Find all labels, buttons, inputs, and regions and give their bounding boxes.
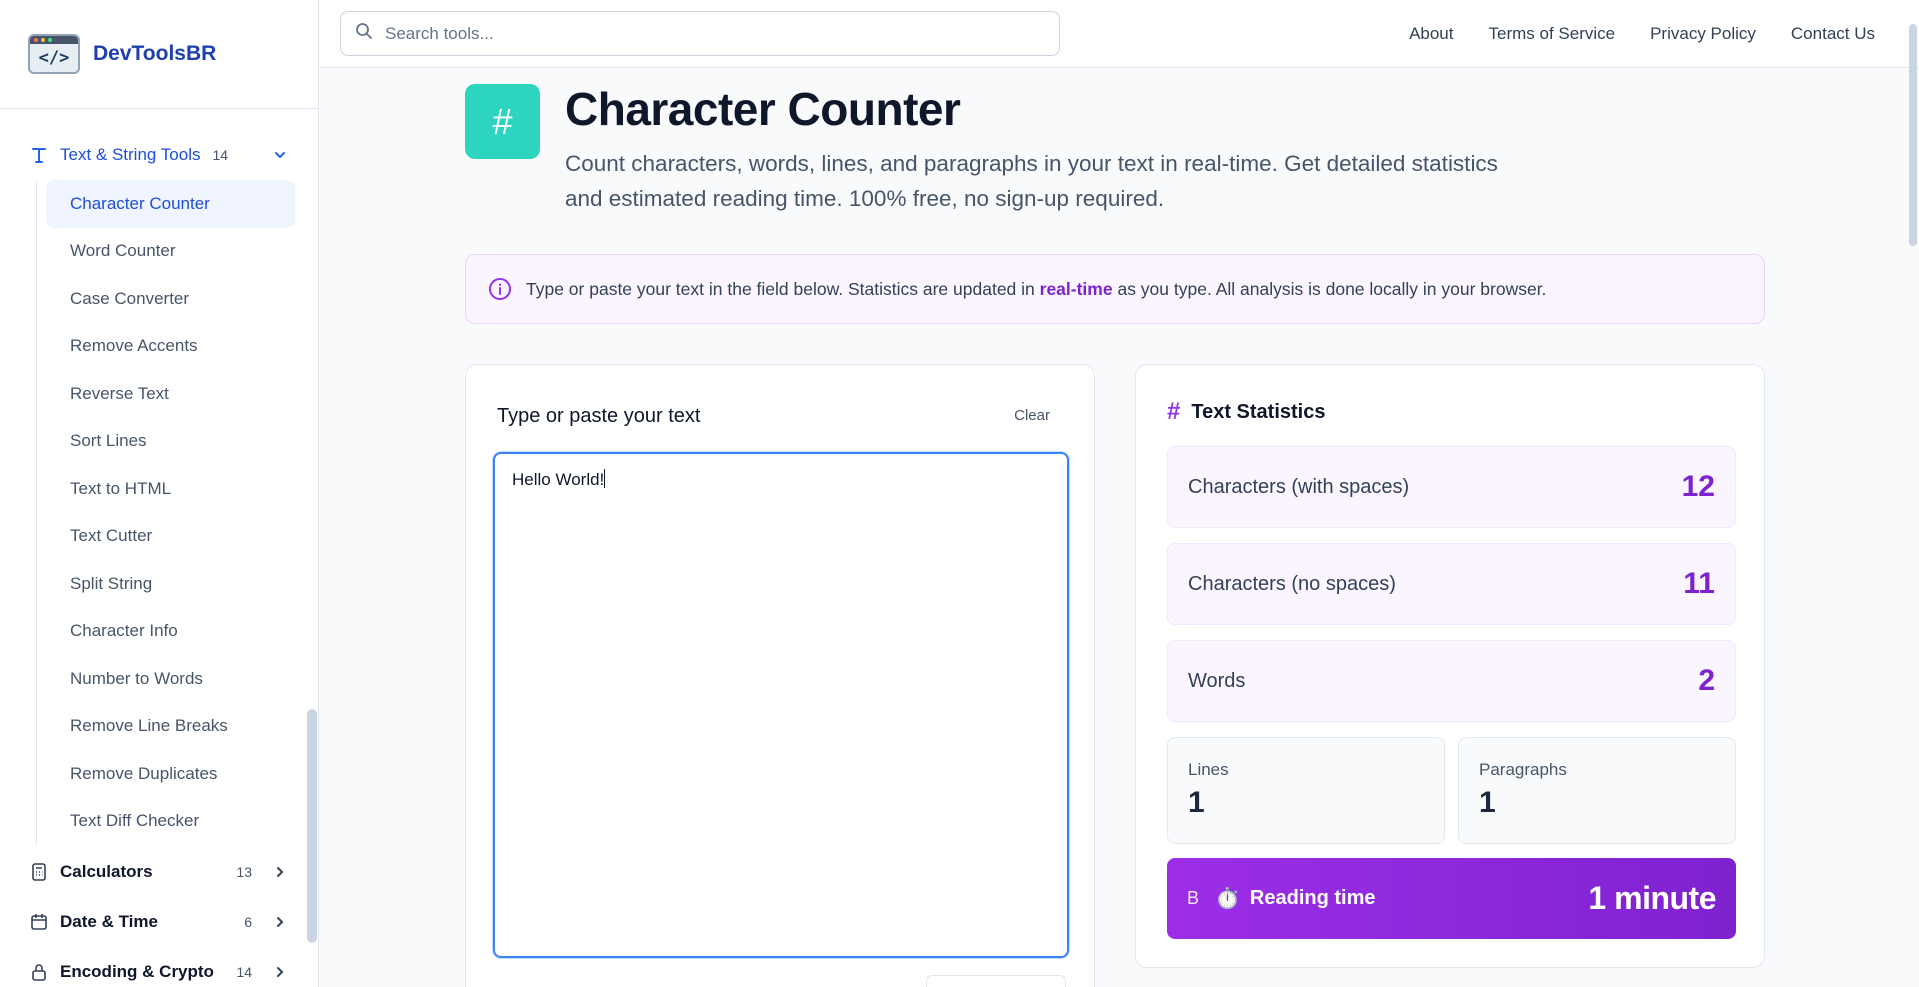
chevron-down-icon[interactable] <box>270 145 290 165</box>
chevron-right-icon[interactable] <box>270 962 290 982</box>
nav-link-about[interactable]: About <box>1409 24 1453 44</box>
category-count: 13 <box>236 864 252 880</box>
brand[interactable]: </> DevToolsBR <box>0 0 318 109</box>
stat-chars-no-spaces: Characters (no spaces) 11 <box>1167 543 1736 625</box>
calendar-icon <box>28 911 50 933</box>
hash-icon: # <box>1167 398 1181 425</box>
hash-icon: # <box>465 84 540 159</box>
nav-link-contact-us[interactable]: Contact Us <box>1791 24 1875 44</box>
top-nav: About Terms of Service Privacy Policy Co… <box>1409 0 1875 68</box>
stat-chars-with-spaces: Characters (with spaces) 12 <box>1167 446 1736 528</box>
category-label: Text & String Tools <box>60 145 201 164</box>
stat-value: 12 <box>1681 470 1715 503</box>
page-scrollbar[interactable] <box>1909 24 1917 246</box>
info-icon <box>488 277 512 301</box>
category-date-time[interactable]: Date & Time 6 <box>28 902 290 942</box>
stats-card: # Text Statistics Characters (with space… <box>1135 364 1765 968</box>
sidebar-item-word-counter[interactable]: Word Counter <box>46 228 295 276</box>
stat-words: Words 2 <box>1167 640 1736 722</box>
reading-prefix: B <box>1187 888 1200 908</box>
sidebar-item-remove-accents[interactable]: Remove Accents <box>46 323 295 371</box>
sidebar-item-remove-duplicates[interactable]: Remove Duplicates <box>46 750 295 798</box>
sidebar-scrollbar[interactable] <box>307 709 317 943</box>
clear-button[interactable]: Clear <box>1014 407 1050 424</box>
category-label: Encoding & Crypto <box>60 962 214 981</box>
page-title: Character Counter <box>565 83 961 135</box>
category-calculators[interactable]: Calculators 13 <box>28 852 290 892</box>
toolbar-button[interactable] <box>926 975 1066 987</box>
topbar: About Terms of Service Privacy Policy Co… <box>320 0 1919 68</box>
category-label: Date & Time <box>60 912 158 931</box>
chevron-right-icon[interactable] <box>270 862 290 882</box>
stat-value: 1 <box>1188 786 1205 819</box>
sidebar-item-case-converter[interactable]: Case Converter <box>46 275 295 323</box>
lock-icon <box>28 961 50 983</box>
reading-time-value: 1 minute <box>1588 880 1716 916</box>
stat-lines: Lines 1 <box>1167 737 1445 844</box>
category-count: 14 <box>236 964 252 980</box>
reading-time-label: Reading time <box>1249 887 1376 909</box>
category-label: Calculators <box>60 862 153 881</box>
sub-item-list: Character Counter Word Counter Case Conv… <box>36 180 296 845</box>
stat-value: 11 <box>1683 567 1715 600</box>
sidebar-item-text-cutter[interactable]: Text Cutter <box>46 513 295 561</box>
logo-icon: </> <box>28 34 80 74</box>
search-input[interactable] <box>385 23 1025 44</box>
input-label: Type or paste your text <box>497 405 701 427</box>
search-icon <box>355 22 373 45</box>
category-text-string-tools[interactable]: Text & String Tools 14 <box>28 135 290 175</box>
category-encoding-crypto[interactable]: Encoding & Crypto 14 <box>28 952 290 987</box>
sidebar-item-number-to-words[interactable]: Number to Words <box>46 655 295 703</box>
stats-header: # Text Statistics <box>1167 398 1325 426</box>
sidebar-item-character-info[interactable]: Character Info <box>46 608 295 656</box>
sidebar: </> DevToolsBR RENAVAM Validator Text & … <box>0 0 319 987</box>
text-input[interactable]: Hello World! <box>493 452 1069 958</box>
sidebar-item-character-counter[interactable]: Character Counter <box>46 180 295 228</box>
input-card: Type or paste your text Clear Hello Worl… <box>465 364 1095 987</box>
stat-paragraphs: Paragraphs 1 <box>1458 737 1736 844</box>
text-icon <box>28 144 50 166</box>
sidebar-item-text-to-html[interactable]: Text to HTML <box>46 465 295 513</box>
info-banner: Type or paste your text in the field bel… <box>465 254 1765 324</box>
stats-title: Text Statistics <box>1191 400 1326 423</box>
sidebar-item-remove-line-breaks[interactable]: Remove Line Breaks <box>46 703 295 751</box>
sidebar-item-split-string[interactable]: Split String <box>46 560 295 608</box>
sidebar-item-text-diff-checker[interactable]: Text Diff Checker <box>46 798 295 846</box>
stopwatch-icon: ⏱️ <box>1215 888 1240 910</box>
reading-time-banner: B ⏱️ Reading time 1 minute <box>1167 858 1736 939</box>
category-count: 6 <box>244 914 252 930</box>
sidebar-item-sort-lines[interactable]: Sort Lines <box>46 418 295 466</box>
stat-value: 1 <box>1479 786 1496 819</box>
stat-value: 2 <box>1698 664 1715 697</box>
nav-link-terms-of-service[interactable]: Terms of Service <box>1489 24 1616 44</box>
info-text: Type or paste your text in the field bel… <box>526 278 1547 299</box>
category-count: 14 <box>212 147 229 163</box>
chevron-right-icon[interactable] <box>270 912 290 932</box>
sidebar-item-reverse-text[interactable]: Reverse Text <box>46 370 295 418</box>
search-box[interactable] <box>340 11 1060 56</box>
brand-name: DevToolsBR <box>93 42 217 65</box>
info-highlight: real-time <box>1039 278 1113 299</box>
page-description: Count characters, words, lines, and para… <box>565 151 1498 211</box>
nav-link-privacy-policy[interactable]: Privacy Policy <box>1650 24 1756 44</box>
calculator-icon <box>28 861 50 883</box>
